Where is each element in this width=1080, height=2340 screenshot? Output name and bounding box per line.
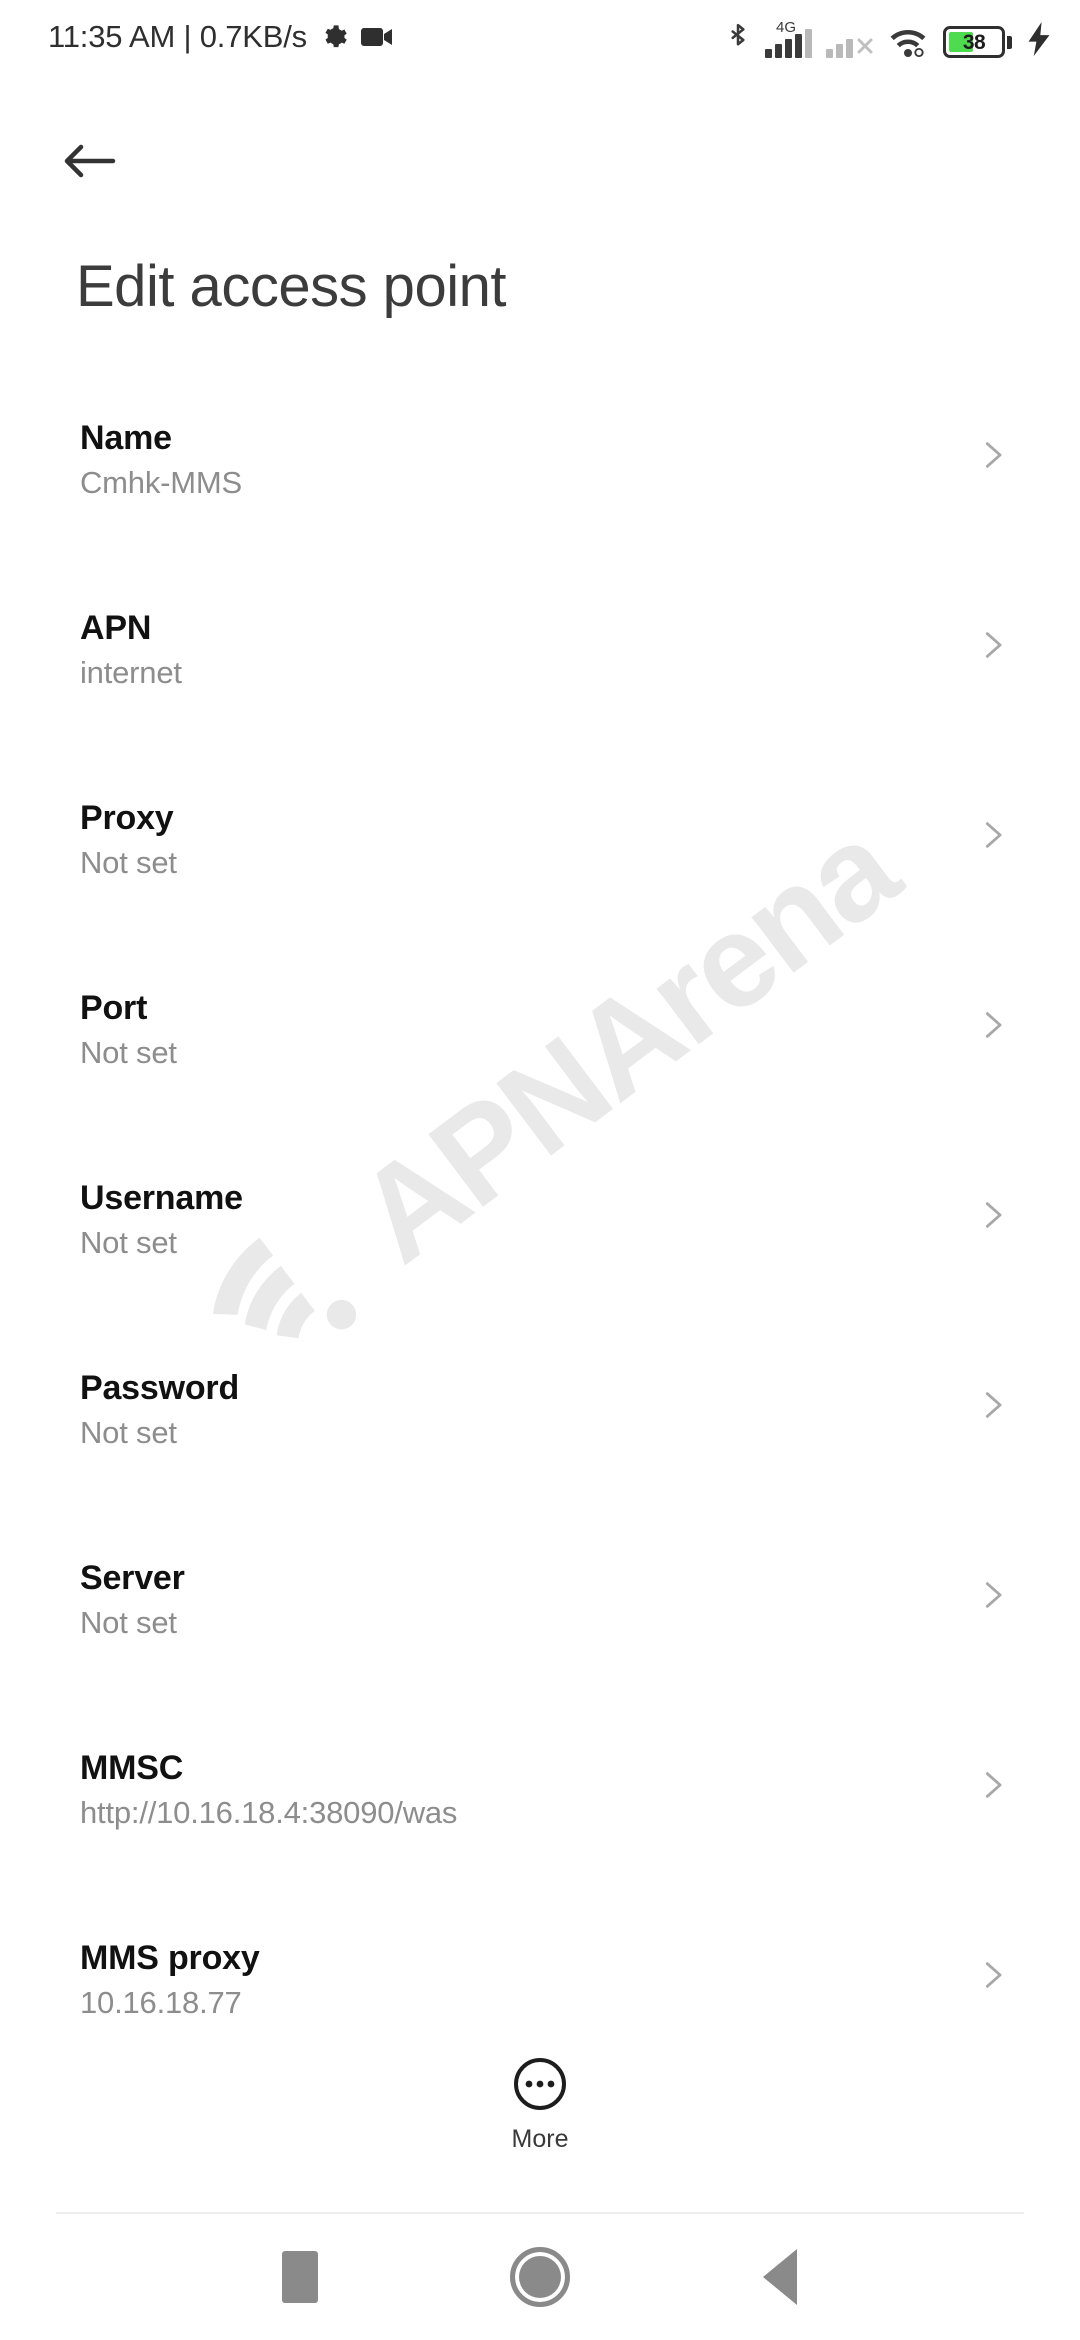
chevron-right-icon	[976, 1388, 1010, 1422]
cellular-signal-4g-icon: 4G	[765, 20, 812, 58]
row-title: Password	[80, 1369, 240, 1407]
chevron-right-icon	[976, 1198, 1010, 1232]
cellular-signal-no-service-icon	[826, 24, 875, 58]
battery-icon: 38	[943, 26, 1012, 58]
row-value: Not set	[80, 1035, 177, 1071]
row-value: http://10.16.18.4:38090/was	[80, 1795, 458, 1831]
arrow-left-icon	[64, 144, 116, 178]
table-row[interactable]: Username Not set	[0, 1156, 1080, 1346]
table-row[interactable]: MMSC http://10.16.18.4:38090/was	[0, 1726, 1080, 1916]
row-value: Not set	[80, 845, 177, 881]
row-title: MMSC	[80, 1749, 184, 1787]
table-row[interactable]: Proxy Not set	[0, 776, 1080, 966]
more-horizontal-circle-icon	[512, 2056, 568, 2117]
row-value: Not set	[80, 1415, 177, 1451]
access-point-fields-list: Name Cmhk-MMS APN internet Proxy Not set…	[0, 396, 1080, 2106]
more-button[interactable]: More	[0, 2056, 1080, 2152]
chevron-right-icon	[976, 1008, 1010, 1042]
chevron-right-icon	[976, 1768, 1010, 1802]
row-title: MMS proxy	[80, 1939, 260, 1977]
table-row[interactable]: Port Not set	[0, 966, 1080, 1156]
back-button[interactable]	[52, 124, 126, 198]
battery-percent: 38	[962, 30, 986, 54]
back-triangle-icon	[763, 2249, 797, 2305]
bluetooth-icon	[725, 22, 751, 58]
chevron-right-icon	[976, 1958, 1010, 1992]
recents-button[interactable]	[245, 2222, 355, 2332]
battery-cap	[1007, 35, 1012, 49]
charging-bolt-icon	[1026, 22, 1052, 56]
row-value: internet	[80, 655, 182, 691]
recents-square-icon	[282, 2251, 318, 2303]
status-bar: 11:35 AM | 0.7KB/s 4G 38	[0, 0, 1080, 74]
row-title: Proxy	[80, 799, 174, 837]
table-row[interactable]: Password Not set	[0, 1346, 1080, 1536]
battery-body: 38	[943, 26, 1005, 58]
row-value: Cmhk-MMS	[80, 465, 242, 501]
chevron-right-icon	[976, 1578, 1010, 1612]
status-bar-left: 11:35 AM | 0.7KB/s	[48, 19, 393, 55]
row-title: Port	[80, 989, 148, 1027]
home-button[interactable]	[485, 2222, 595, 2332]
back-nav-button[interactable]	[725, 2222, 835, 2332]
row-value: Not set	[80, 1605, 177, 1641]
table-row[interactable]: APN internet	[0, 586, 1080, 776]
network-type-label: 4G	[776, 19, 797, 36]
table-row[interactable]: Name Cmhk-MMS	[0, 396, 1080, 586]
home-circle-icon	[510, 2247, 570, 2307]
page-title: Edit access point	[76, 254, 506, 319]
status-bar-right: 4G 38	[725, 14, 1052, 60]
row-value: 10.16.18.77	[80, 1985, 242, 2021]
signal-bars-secondary	[826, 28, 853, 58]
video-camera-icon	[360, 25, 393, 49]
row-title: Name	[80, 419, 172, 457]
row-value: Not set	[80, 1225, 177, 1261]
row-title: Server	[80, 1559, 185, 1597]
gear-icon	[320, 23, 348, 51]
status-clock: 11:35 AM | 0.7KB/s	[48, 19, 307, 54]
row-title: APN	[80, 609, 152, 647]
table-row[interactable]: Server Not set	[0, 1536, 1080, 1726]
chevron-right-icon	[976, 818, 1010, 852]
navigation-bar	[0, 2214, 1080, 2340]
chevron-right-icon	[976, 628, 1010, 662]
row-title: Username	[80, 1179, 243, 1217]
wifi-icon	[889, 26, 929, 58]
more-button-label: More	[511, 2125, 569, 2153]
chevron-right-icon	[976, 438, 1010, 472]
